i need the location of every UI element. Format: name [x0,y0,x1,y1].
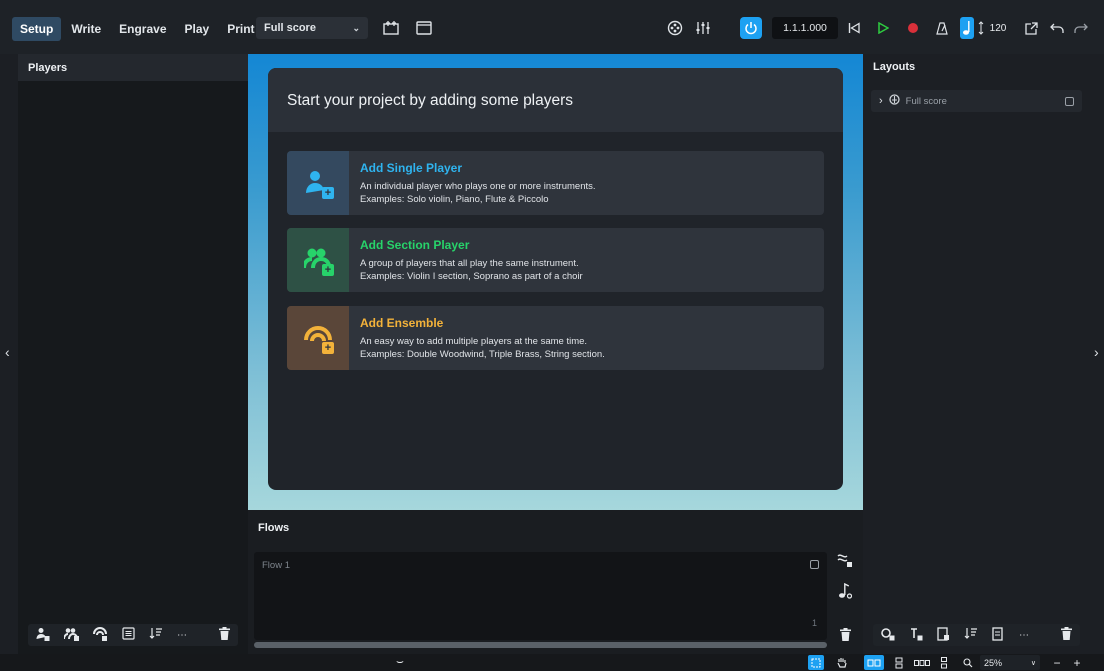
card-title: Add Ensemble [360,316,444,330]
start-project-dialog: Start your project by adding some player… [268,68,843,490]
players-panel-toolbar: ⋯ [28,624,238,646]
music-note-settings-icon[interactable] [838,582,853,602]
chevron-right-icon[interactable]: › [879,95,883,107]
redo-icon[interactable] [1073,17,1089,39]
card-title: Add Single Player [360,161,463,175]
selection-tool-icon[interactable] [808,655,824,670]
tempo-arrow-icon [977,17,985,39]
more-options-icon[interactable]: ⋯ [177,630,187,641]
flows-panel: Flows Flow 1 1 [248,510,863,654]
position-counter: 1.1.1.000 [772,17,838,39]
layout-item-label: Full score [905,95,947,107]
add-ensemble-icon[interactable] [93,626,108,644]
more-options-icon[interactable]: ⋯ [1019,630,1029,641]
chevron-down-icon: ⌄ [352,22,360,33]
chevron-down-icon[interactable]: ⌣ [396,654,404,669]
tab-engrave[interactable]: Engrave [111,17,174,41]
record-icon[interactable] [905,17,921,39]
app-window: Setup Write Engrave Play Print Full scor… [0,0,1104,671]
hand-tool-icon[interactable] [834,655,850,670]
external-link-icon[interactable] [1023,17,1039,39]
card-examples: Examples: Violin I section, Soprano as p… [360,271,583,283]
flow-card[interactable]: Flow 1 1 [254,552,827,640]
galley-view-icon[interactable] [380,17,402,39]
zoom-out-icon[interactable]: − [1050,655,1064,670]
power-icon[interactable] [740,17,762,39]
layouts-panel: Layouts › Full score ⋯ [863,54,1090,654]
toolbar: Setup Write Engrave Play Print Full scor… [0,0,1104,54]
trash-icon[interactable] [1061,627,1072,643]
add-flow-icon[interactable] [837,552,853,571]
score-area: Start your project by adding some player… [248,54,863,510]
section-player-icon: + [287,228,349,292]
tempo-value[interactable]: 120 [988,17,1008,39]
layout-item[interactable]: › Full score [871,90,1082,112]
flow-checkbox[interactable] [810,560,819,569]
card-description: A group of players that all play the sam… [360,258,579,269]
chevron-right-icon: › [1094,344,1099,360]
list-view-icon[interactable] [122,627,135,643]
zoom-icon[interactable] [962,655,974,670]
add-single-player-card[interactable]: + Add Single Player An individual player… [287,151,824,215]
page-spread-icon[interactable] [864,655,884,670]
layout-document-icon[interactable] [937,626,950,644]
page-view-icon[interactable] [413,17,435,39]
flows-side-toolbar [833,552,857,644]
layouts-panel-toolbar: ⋯ [873,624,1080,646]
tab-play[interactable]: Play [177,17,218,41]
players-panel: Players ⋯ [18,54,248,654]
dialog-title: Start your project by adding some player… [268,68,843,132]
tempo-note-icon[interactable] [960,17,974,39]
status-bar: ⌣ 25% ∨ − + [0,654,1104,671]
video-reel-icon[interactable] [664,17,686,39]
zoom-in-icon[interactable]: + [1070,655,1084,670]
delete-flow-icon[interactable] [839,628,851,644]
card-description: An individual player who plays one or mo… [360,181,596,192]
right-panel-collapse[interactable]: › [1090,54,1104,654]
layout-options-icon[interactable] [992,626,1005,644]
rewind-to-start-icon[interactable] [846,17,862,39]
card-description: An easy way to add multiple players at t… [360,336,588,347]
players-panel-title: Players [18,54,248,81]
mixer-icon[interactable] [692,17,714,39]
ensemble-icon: + [287,306,349,370]
chevron-left-icon: ‹ [5,344,10,360]
add-layout-icon[interactable] [881,627,895,644]
zoom-select[interactable]: 25% ∨ [980,655,1040,670]
zoom-value: 25% [984,657,1003,668]
metronome-icon[interactable] [934,17,950,39]
single-page-icon[interactable] [938,655,950,670]
add-part-layout-icon[interactable] [909,627,923,644]
add-ensemble-card[interactable]: + Add Ensemble An easy way to add multip… [287,306,824,370]
score-layout-icon [889,94,900,108]
layouts-title: Layouts [873,61,916,73]
sort-icon[interactable] [149,627,163,643]
pages-horizontal-icon[interactable] [912,655,932,670]
flow-label: Flow 1 [262,560,290,571]
undo-icon[interactable] [1049,17,1065,39]
flows-scrollbar[interactable] [254,642,827,648]
layout-select-value: Full score [264,22,316,34]
sort-layouts-icon[interactable] [964,627,978,643]
trash-icon[interactable] [219,627,230,643]
mode-tabs: Setup Write Engrave Play Print [12,17,263,41]
tab-write[interactable]: Write [63,17,109,41]
pages-vertical-icon[interactable] [892,655,906,670]
card-title: Add Section Player [360,238,470,252]
flows-title: Flows [258,522,290,534]
layout-checkbox[interactable] [1065,96,1074,106]
card-examples: Examples: Double Woodwind, Triple Brass,… [360,349,605,361]
add-section-player-icon[interactable] [63,627,79,644]
single-player-icon: + [287,151,349,215]
add-section-player-card[interactable]: + Add Section Player A group of players … [287,228,824,292]
left-panel-collapse[interactable]: ‹ [0,54,18,654]
play-icon[interactable] [875,17,891,39]
chevron-down-icon: ∨ [1030,659,1036,667]
tab-setup[interactable]: Setup [12,17,62,41]
flow-number: 1 [811,618,817,628]
add-single-player-icon[interactable] [36,627,50,644]
layout-select[interactable]: Full score ⌄ [256,17,368,39]
card-examples: Examples: Solo violin, Piano, Flute & Pi… [360,194,549,206]
